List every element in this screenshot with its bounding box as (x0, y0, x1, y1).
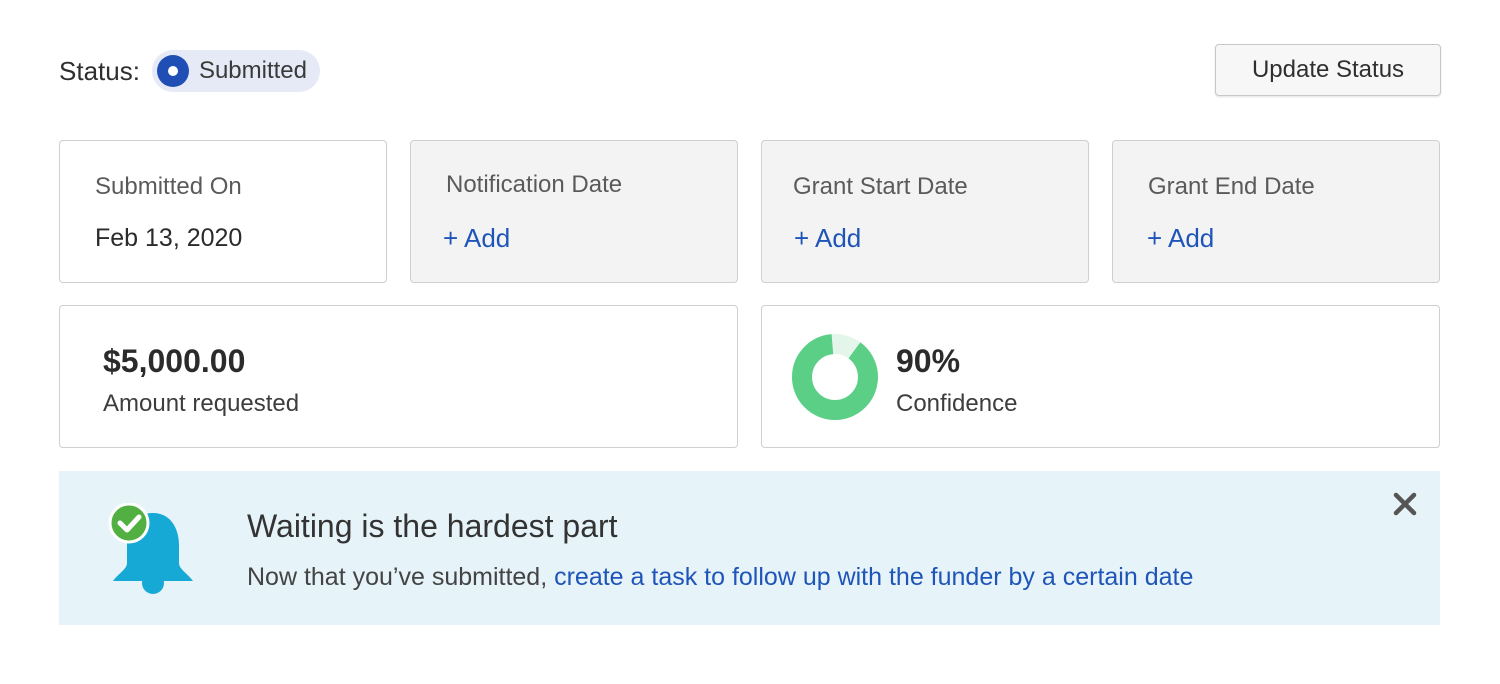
add-grant-end-date-link[interactable]: + Add (1147, 223, 1214, 254)
grant-end-date-card: Grant End Date + Add (1112, 140, 1440, 283)
banner-text-prefix: Now that you’ve submitted, (247, 563, 555, 591)
amount-card: $5,000.00 Amount requested (59, 305, 738, 448)
grant-end-date-label: Grant End Date (1148, 173, 1315, 200)
grant-start-date-label: Grant Start Date (793, 173, 968, 200)
confidence-label: Confidence (896, 390, 1018, 417)
banner-title: Waiting is the hardest part (247, 508, 618, 544)
add-grant-start-date-link[interactable]: + Add (794, 223, 861, 254)
status-label: Status: (59, 55, 140, 86)
status-dot-icon (156, 55, 189, 87)
grant-start-date-card: Grant Start Date + Add (761, 140, 1089, 283)
add-notification-date-link[interactable]: + Add (443, 223, 510, 254)
notification-date-label: Notification Date (446, 171, 623, 198)
banner-text: Now that you’ve submitted, create a task… (247, 563, 1193, 592)
info-banner: Waiting is the hardest part Now that you… (59, 471, 1440, 625)
confidence-value: 90% (896, 343, 961, 379)
submitted-on-value: Feb 13, 2020 (95, 224, 243, 252)
amount-label: Amount requested (103, 390, 300, 417)
confidence-donut (792, 334, 878, 420)
status-value: Submitted (198, 57, 307, 84)
submitted-on-label: Submitted On (95, 173, 242, 200)
create-task-link[interactable]: create a task to follow up with the fund… (554, 563, 1193, 591)
update-status-button[interactable]: Update Status (1215, 44, 1441, 96)
status-row: Status: Submitted (59, 48, 320, 94)
amount-value: $5,000.00 (103, 343, 246, 379)
status-badge: Submitted (151, 50, 320, 92)
submitted-on-card: Submitted On Feb 13, 2020 (59, 140, 387, 283)
bell-check-icon (108, 503, 193, 594)
close-icon[interactable] (1390, 489, 1420, 519)
confidence-card: 90% Confidence (761, 305, 1440, 448)
notification-date-card: Notification Date + Add (410, 140, 738, 283)
